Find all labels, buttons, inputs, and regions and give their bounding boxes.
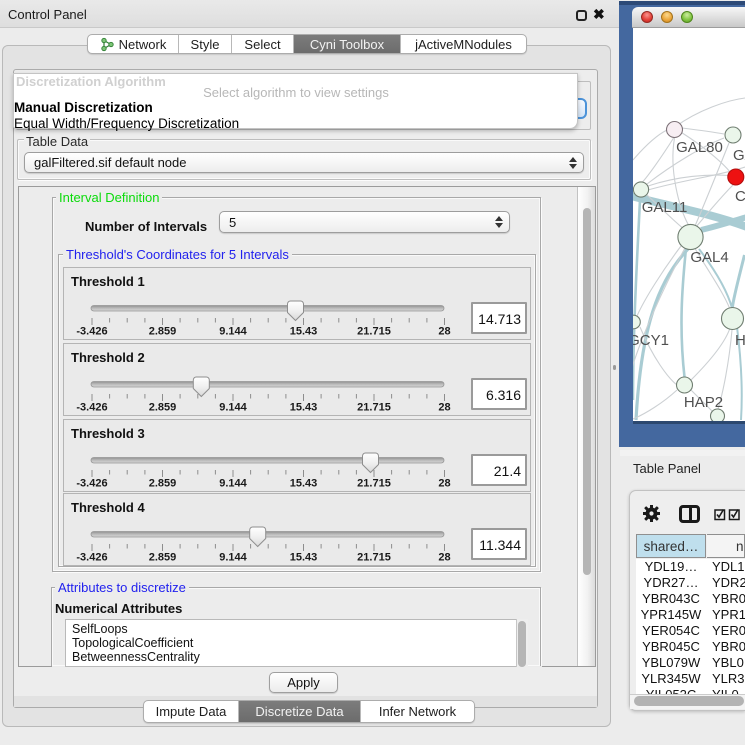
svg-text:2.859: 2.859 <box>149 552 177 564</box>
svg-text:9.144: 9.144 <box>219 326 247 338</box>
svg-text:GAL11: GAL11 <box>642 199 688 216</box>
svg-text:2.859: 2.859 <box>149 478 177 490</box>
svg-text:2.859: 2.859 <box>149 326 177 338</box>
svg-text:15.43: 15.43 <box>290 402 318 414</box>
svg-text:28: 28 <box>438 552 450 564</box>
svg-text:H: H <box>735 332 745 349</box>
svg-text:-3.426: -3.426 <box>76 478 107 490</box>
svg-text:GAL4: GAL4 <box>690 249 728 266</box>
svg-text:C: C <box>735 188 745 205</box>
svg-text:15.43: 15.43 <box>290 326 318 338</box>
svg-text:9.144: 9.144 <box>219 402 247 414</box>
svg-text:28: 28 <box>438 402 450 414</box>
svg-text:GCY1: GCY1 <box>633 332 669 349</box>
svg-text:15.43: 15.43 <box>290 552 318 564</box>
svg-text:28: 28 <box>438 326 450 338</box>
svg-text:9.144: 9.144 <box>219 552 247 564</box>
svg-text:21.715: 21.715 <box>357 552 391 564</box>
svg-text:15.43: 15.43 <box>290 478 318 490</box>
svg-text:-3.426: -3.426 <box>76 552 107 564</box>
svg-text:GAL80: GAL80 <box>676 139 723 156</box>
svg-text:HAP2: HAP2 <box>684 394 723 411</box>
svg-text:-3.426: -3.426 <box>76 326 107 338</box>
svg-text:-3.426: -3.426 <box>76 402 107 414</box>
svg-text:21.715: 21.715 <box>357 478 391 490</box>
svg-text:21.715: 21.715 <box>357 326 391 338</box>
svg-text:2.859: 2.859 <box>149 402 177 414</box>
svg-text:GA: GA <box>733 147 745 164</box>
svg-text:21.715: 21.715 <box>357 402 391 414</box>
svg-text:28: 28 <box>438 478 450 490</box>
svg-text:9.144: 9.144 <box>219 478 247 490</box>
